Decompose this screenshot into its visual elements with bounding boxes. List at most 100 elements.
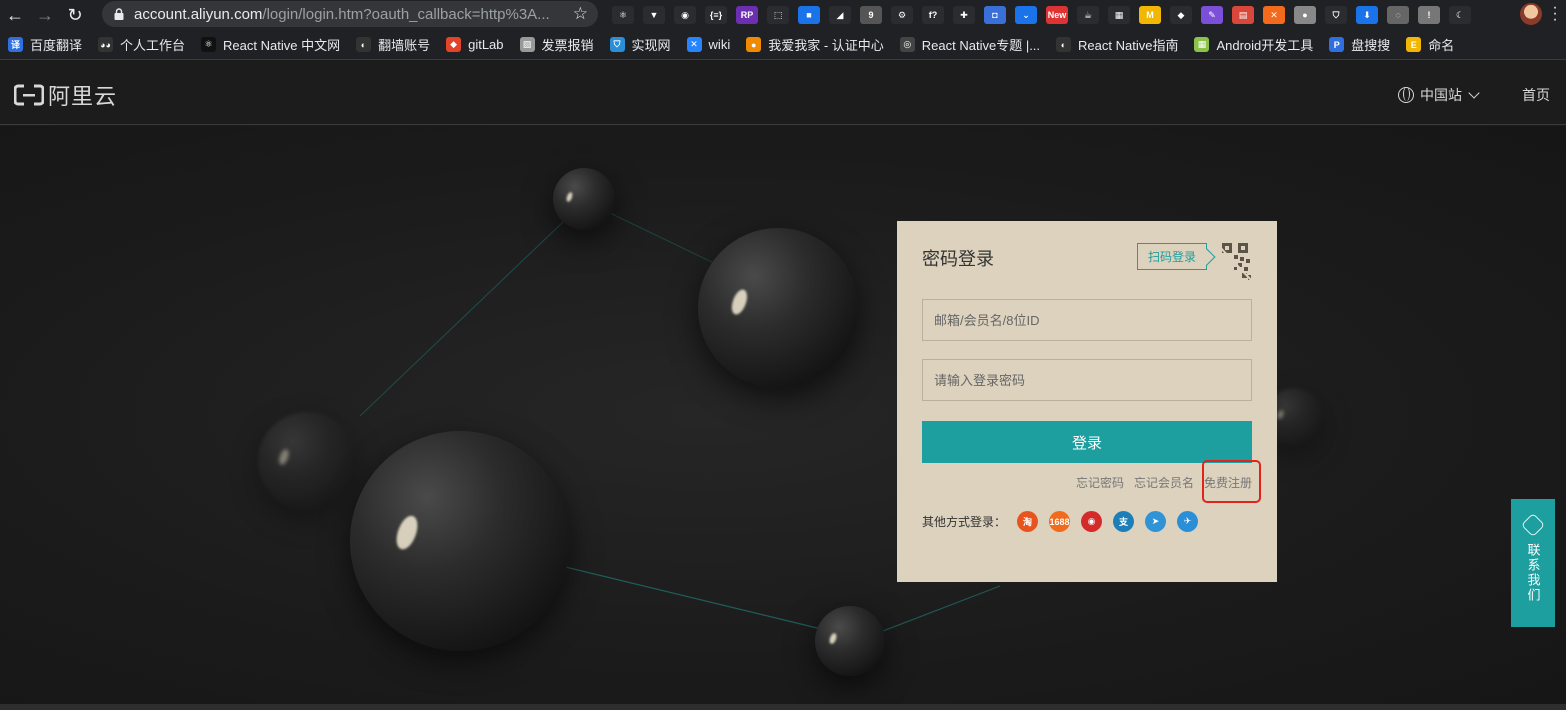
react-extension-icon[interactable]: ⚛ <box>612 6 634 24</box>
crop-extension-icon[interactable]: ⬚ <box>767 6 789 24</box>
bookmark-label: React Native 中文网 <box>223 38 341 53</box>
orange-extension-icon[interactable]: ✕ <box>1263 6 1285 24</box>
bookmark-item[interactable]: ▦ Android开发工具 <box>1194 35 1313 54</box>
bookmark-star-icon[interactable]: ☆ <box>573 4 588 24</box>
bookmark-label: 百度翻译 <box>30 38 83 53</box>
diamond-extension-icon[interactable]: ◆ <box>1170 6 1192 24</box>
forward-arrow-icon[interactable]: → <box>30 0 60 30</box>
region-selector[interactable]: 中国站 <box>1398 85 1480 105</box>
bookmark-label: 个人工作台 <box>120 38 186 53</box>
moon-extension-icon[interactable]: ☾ <box>1449 6 1471 24</box>
home-link[interactable]: 首页 <box>1522 85 1550 105</box>
bookmark-item[interactable]: ▧ 发票报销 <box>519 35 594 54</box>
password-input[interactable] <box>922 359 1252 401</box>
telegram-login-icon[interactable]: ✈ <box>1177 511 1199 532</box>
bookmark-label: 盘搜搜 <box>1351 38 1391 53</box>
extensions-row: ⚛ ▼ ◉ {≡} RP ⬚ ■ ◢ 9 ⚙ f? ✚ ◘ ⌄ New ☕ ▦ M ◆ ✎ ▤ ✕ ● ⛉ ⬇ ◌! ☾ <box>612 3 1480 27</box>
address-bar[interactable]: account.aliyun.com/login/login.htm?oauth… <box>102 1 598 27</box>
bookmark-label: React Native指南 <box>1078 38 1179 53</box>
bookmark-favicon-icon: ⛉ <box>609 37 625 52</box>
username-input[interactable] <box>922 299 1252 341</box>
bookmark-label: 发票报销 <box>541 38 594 53</box>
pocket-extension-icon[interactable]: ⌄ <box>1015 6 1037 24</box>
rp-extension-icon[interactable]: RP <box>736 6 758 24</box>
bookmark-item[interactable]: ◐ React Native指南 <box>1056 35 1178 54</box>
taobao-login-icon[interactable]: 淘 <box>1017 511 1039 532</box>
forgot-password-link[interactable]: 忘记密码 <box>1076 474 1124 491</box>
bookmark-item[interactable]: ● 我爱我家 - 认证中心 <box>746 35 884 54</box>
reload-icon[interactable]: ↻ <box>60 0 90 30</box>
chart-extension-icon[interactable]: ▤ <box>1232 6 1254 24</box>
lens-extension-icon[interactable]: ◌ <box>1387 6 1409 24</box>
login-title: 密码登录 <box>922 249 994 269</box>
bookmark-item[interactable]: ◎ React Native专题 |... <box>899 35 1041 54</box>
bookmark-favicon-icon: ◆ <box>446 37 462 52</box>
region-label: 中国站 <box>1420 87 1462 103</box>
alipay-login-icon[interactable]: 支 <box>1113 511 1135 532</box>
json-extension-icon[interactable]: {≡} <box>705 6 727 24</box>
bookmark-label: React Native专题 |... <box>921 38 1041 53</box>
record-extension-icon[interactable]: ● <box>1294 6 1316 24</box>
bookmark-item[interactable]: ◐ 翻墙账号 <box>356 35 430 54</box>
bookmark-item[interactable]: ⚛ React Native 中文网 <box>201 35 340 54</box>
aliyun-logo[interactable]: 阿里云 <box>14 79 117 111</box>
aliyun-logo-icon <box>14 84 44 106</box>
square-extension-icon[interactable]: ■ <box>798 6 820 24</box>
bookmark-favicon-icon: ⚛ <box>201 37 217 52</box>
hero-background <box>0 126 1566 704</box>
bookmarks-bar: 译百度翻译 ◕◕ 个人工作台 ⚛ React Native 中文网 ◐ 翻墙账号 ◆ gitLa… <box>0 30 1566 60</box>
network-lines <box>359 200 1001 637</box>
vue-extension-icon[interactable]: ▼ <box>643 6 665 24</box>
forgot-username-link[interactable]: 忘记会员名 <box>1134 474 1194 491</box>
login-button[interactable]: 登录 <box>922 421 1252 463</box>
formula-extension-icon[interactable]: f? <box>922 6 944 24</box>
back-arrow-icon[interactable]: ← <box>0 0 30 30</box>
dingtalk-login-icon[interactable]: ➤ <box>1145 511 1167 532</box>
alert-extension-icon[interactable]: ! <box>1418 6 1440 24</box>
login-card: 密码登录 扫码登录 登录 忘记密码 忘记会员名 免费注册 其他方式登录： 淘16… <box>897 221 1277 582</box>
contact-us-button[interactable]: 联系我们 <box>1511 499 1555 627</box>
ruler-extension-icon[interactable]: ✚ <box>953 6 975 24</box>
weibo-login-icon[interactable]: ◉ <box>1081 511 1103 532</box>
bookmark-item[interactable]: 译百度翻译 <box>8 35 82 54</box>
bookmark-item[interactable]: P 盘搜搜 <box>1329 35 1390 54</box>
sphere-small-top <box>553 168 615 230</box>
m-extension-icon[interactable]: M <box>1139 6 1161 24</box>
other-login-methods: 其他方式登录： 淘 1688 ◉ 支 ➤ ✈ <box>922 511 1199 532</box>
logo-text: 阿里云 <box>48 84 118 109</box>
bookmark-label: Android开发工具 <box>1216 38 1314 53</box>
feather-extension-icon[interactable]: ✎ <box>1201 6 1223 24</box>
qr-code-icon[interactable] <box>1212 241 1252 283</box>
more-menu-icon[interactable]: · · · <box>1550 0 1560 28</box>
profile-avatar[interactable] <box>1520 3 1542 25</box>
puzzle-extension-icon[interactable]: ▦ <box>1108 6 1130 24</box>
bookmark-item[interactable]: E 命名 <box>1406 35 1454 54</box>
circle-extension-icon[interactable]: ◉ <box>674 6 696 24</box>
fox-extension-icon[interactable]: ◢ <box>829 6 851 24</box>
bookmark-label: 翻墙账号 <box>378 38 431 53</box>
site-header: 阿里云 中国站 首页 <box>0 61 1566 125</box>
bottom-strip <box>0 704 1566 710</box>
bookmark-favicon-icon: E <box>1406 37 1422 52</box>
url-text: account.aliyun.com/login/login.htm?oauth… <box>134 6 554 23</box>
bookmark-favicon-icon: ◐ <box>356 37 372 52</box>
gear-extension-icon[interactable]: ⚙ <box>891 6 913 24</box>
bookmark-item[interactable]: ⛉ 实现网 <box>609 35 671 54</box>
bookmark-favicon-icon: ▧ <box>519 37 535 52</box>
java-extension-icon[interactable]: ☕ <box>1077 6 1099 24</box>
bookmark-item[interactable]: ◕◕ 个人工作台 <box>98 35 185 54</box>
new-extension-icon[interactable]: New <box>1046 6 1068 24</box>
database-extension-icon[interactable]: 9 <box>860 6 882 24</box>
camera-extension-icon[interactable]: ◘ <box>984 6 1006 24</box>
bookmark-label: wiki <box>708 37 731 52</box>
bookmark-item[interactable]: ◆ gitLab <box>446 37 504 52</box>
qr-login-tab[interactable]: 扫码登录 <box>1137 243 1207 270</box>
browser-toolbar: ← → ↻ account.aliyun.com/login/login.htm… <box>0 0 1566 30</box>
sphere-medium <box>698 228 858 388</box>
shield-extension-icon[interactable]: ⛉ <box>1325 6 1347 24</box>
bookmark-item[interactable]: ✕ wiki <box>686 37 731 52</box>
bookmark-favicon-icon: ✕ <box>686 37 702 52</box>
register-highlight-box <box>1202 460 1261 503</box>
1688-login-icon[interactable]: 1688 <box>1049 511 1071 532</box>
download-extension-icon[interactable]: ⬇ <box>1356 6 1378 24</box>
